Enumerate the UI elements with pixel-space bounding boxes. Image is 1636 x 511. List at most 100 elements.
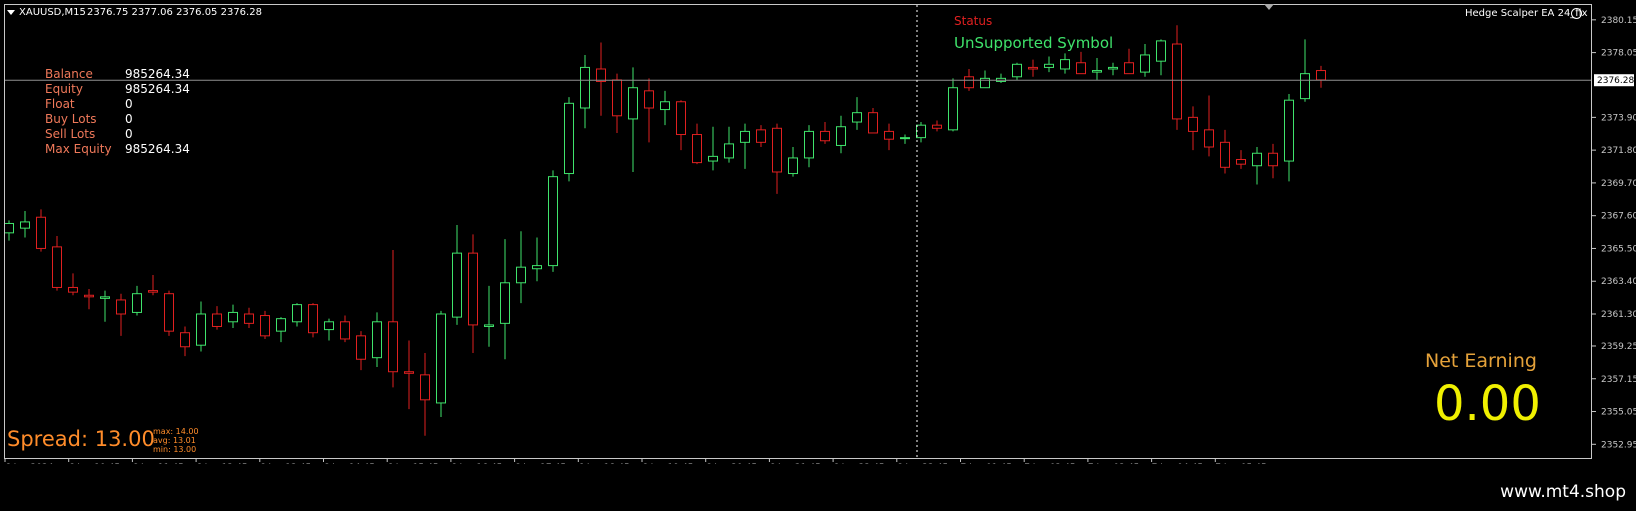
equity-value: 985264.34 — [125, 82, 190, 96]
candle-body — [324, 321, 334, 331]
candle-body — [836, 126, 846, 146]
float-label: Float — [45, 97, 75, 111]
candle-body — [692, 134, 702, 164]
candle-body — [244, 313, 254, 324]
candle-body — [1044, 63, 1054, 68]
candle-body — [1284, 99, 1294, 162]
candle-body — [820, 130, 830, 142]
max-equity-value: 985264.34 — [125, 142, 190, 156]
candle-body — [644, 90, 654, 109]
candle-body — [1316, 70, 1326, 81]
candle-body — [804, 130, 814, 159]
sell-lots-label: Sell Lots — [45, 127, 96, 141]
candle-body — [132, 293, 142, 313]
candle-body — [1236, 158, 1246, 165]
candle-body — [1076, 62, 1086, 75]
y-tick-label: 2355.05 — [1601, 408, 1636, 418]
ea-name: Hedge Scalper EA 24_fix — [1465, 8, 1588, 19]
y-tick-label: 2359.25 — [1601, 342, 1636, 352]
bottom-banner — [0, 464, 1636, 511]
candle-body — [436, 313, 446, 404]
candle-body — [916, 124, 926, 139]
y-tick-label: 2380.15 — [1601, 16, 1636, 26]
candle-body — [900, 137, 910, 140]
net-earning-title: Net Earning — [1425, 350, 1537, 372]
candle-body — [68, 286, 78, 293]
y-tick-label: 2373.90 — [1601, 113, 1636, 123]
candle-body — [660, 101, 670, 111]
spread-value: Spread: 13.00 — [7, 427, 155, 451]
candle-body — [1140, 54, 1150, 73]
candle-body — [116, 299, 126, 315]
buy-lots-value: 0 — [125, 112, 133, 126]
candle-body — [1204, 129, 1214, 148]
candle-body — [292, 304, 302, 323]
candle-body — [1300, 73, 1310, 100]
candle-body — [1252, 152, 1262, 167]
candle-body — [372, 321, 382, 359]
candle-body — [100, 296, 110, 299]
candle-body — [404, 371, 414, 374]
candle-body — [180, 332, 190, 348]
ea-smiley-icon[interactable] — [1571, 8, 1582, 19]
candle-body — [516, 266, 526, 284]
candle-body — [484, 324, 494, 327]
candle-body — [164, 293, 174, 332]
candle-body — [772, 127, 782, 173]
candle-body — [628, 87, 638, 120]
candle-body — [1028, 66, 1038, 70]
spread-max: max: 14.00 — [153, 427, 199, 436]
candle-body — [1220, 141, 1230, 168]
candle-body — [868, 112, 878, 134]
candle-body — [148, 290, 158, 293]
sell-lots-value: 0 — [125, 127, 133, 141]
candle-body — [276, 318, 286, 332]
candle-body — [36, 216, 46, 249]
watermark-text: www.mt4.shop — [1500, 482, 1626, 502]
candle-body — [212, 313, 222, 327]
candle-body — [260, 315, 270, 337]
candle-body — [1124, 62, 1134, 75]
y-tick-label: 2367.60 — [1601, 212, 1636, 222]
candle-body — [756, 129, 766, 143]
current-price-label: 2376.28 — [1597, 76, 1634, 86]
candle-body — [948, 87, 958, 131]
candle-body — [340, 321, 350, 340]
y-tick-label: 2361.30 — [1601, 310, 1636, 320]
y-tick-label: 2357.15 — [1601, 375, 1636, 385]
symbol-timeframe: XAUUSD,M15 — [19, 7, 86, 18]
candle-body — [1092, 70, 1102, 73]
candle-body — [740, 130, 750, 143]
y-tick-label: 2352.95 — [1601, 440, 1636, 450]
candle-body — [420, 374, 430, 401]
candle-body — [1156, 40, 1166, 62]
candle-body — [676, 101, 686, 136]
net-earning-value: 0.00 — [1434, 376, 1541, 432]
candle-body — [532, 265, 542, 270]
candle-body — [708, 155, 718, 162]
candle-body — [580, 66, 590, 109]
chart-menu-arrow-icon[interactable] — [7, 10, 15, 15]
candle-body — [884, 130, 894, 140]
candle-body — [1012, 63, 1022, 78]
price-chart[interactable]: 2380.15 2378.05 2373.90 2371.80 2369.70 2367.… — [0, 0, 1636, 464]
buy-lots-label: Buy Lots — [45, 112, 97, 126]
candle-body — [20, 221, 30, 229]
equity-label: Equity — [45, 82, 83, 96]
candle-body — [932, 124, 942, 129]
candle-body — [228, 311, 238, 323]
spread-avg: avg: 13.01 — [153, 436, 196, 445]
float-value: 0 — [125, 97, 133, 111]
status-title: Status — [954, 14, 993, 28]
candle-body — [548, 176, 558, 267]
ohlc-values: 2376.75 2377.06 2376.05 2376.28 — [87, 7, 262, 18]
candle-body — [52, 246, 62, 288]
candle-body — [724, 143, 734, 159]
chart-shift-marker-icon[interactable] — [1264, 4, 1274, 10]
candle-body — [356, 335, 366, 360]
candle-body — [564, 102, 574, 175]
candle-body — [84, 294, 94, 298]
y-tick-label: 2365.50 — [1601, 244, 1636, 254]
candle-body — [852, 112, 862, 123]
candle-body — [1268, 152, 1278, 167]
